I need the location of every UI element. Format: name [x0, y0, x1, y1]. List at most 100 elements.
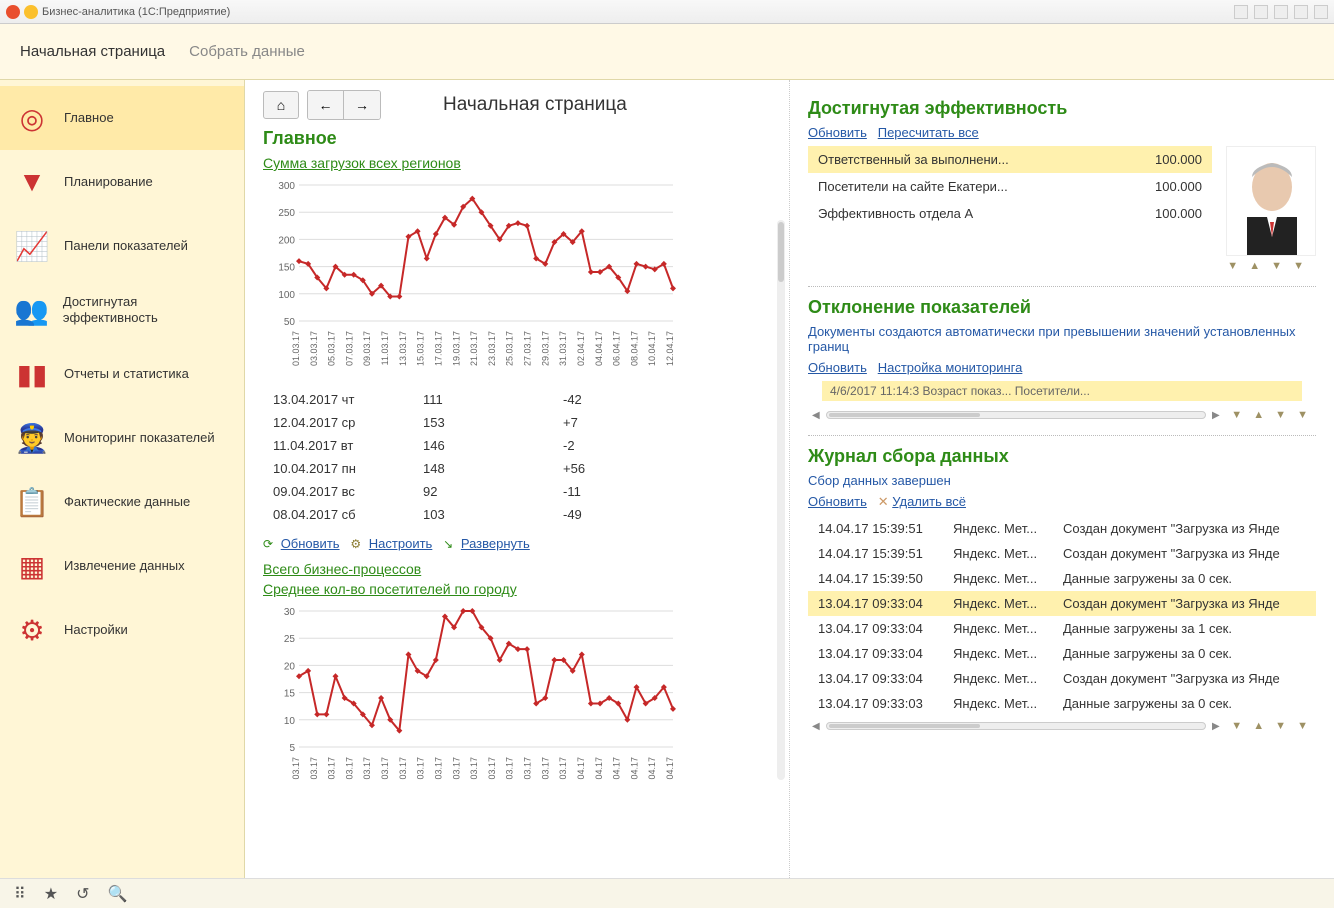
tools-icon[interactable] — [1314, 5, 1328, 19]
chart-visitors: 5101520253003.1703.1703.1703.1703.1703.1… — [263, 601, 683, 801]
svg-text:04.17: 04.17 — [576, 757, 586, 780]
svg-text:04.17: 04.17 — [647, 757, 657, 780]
svg-text:05.03.17: 05.03.17 — [327, 331, 337, 366]
sidebar-item-main[interactable]: ◎ Главное — [0, 86, 244, 150]
breadcrumb-main[interactable]: Начальная страница — [20, 43, 165, 60]
main-column: ⌂ ← → Начальная страница Главное Сумма з… — [245, 80, 790, 878]
svg-text:03.03.17: 03.03.17 — [309, 331, 319, 366]
nav-arrows[interactable]: ▼ ▲ ▼ ▼ — [808, 256, 1316, 276]
sidebar-item-actual-data[interactable]: 📋 Фактические данные — [0, 470, 244, 534]
chart2-title-link[interactable]: Среднее кол-во посетителей по городу — [263, 581, 517, 597]
doc-icon[interactable] — [1274, 5, 1288, 19]
expand-icon: ↘ — [443, 537, 453, 551]
table-row[interactable]: 12.04.2017 ср153+7 — [263, 411, 771, 434]
sidebar-item-planning[interactable]: ▼ Планирование — [0, 150, 244, 214]
dev-setup-link[interactable]: Настройка мониторинга — [878, 360, 1023, 375]
apps-icon[interactable]: ⠿ — [14, 884, 26, 904]
eff-list: Ответственный за выполнени...100.000Посе… — [808, 146, 1212, 227]
sidebar-item-efficiency[interactable]: 👥 Достигнутая эффективность — [0, 278, 244, 342]
svg-text:11.03.17: 11.03.17 — [380, 331, 390, 365]
eff-row[interactable]: Ответственный за выполнени...100.000 — [808, 146, 1212, 173]
svg-text:07.03.17: 07.03.17 — [344, 331, 354, 366]
sidebar-item-dashboards[interactable]: 📈 Панели показателей — [0, 214, 244, 278]
sidebar-item-label: Главное — [64, 110, 114, 126]
save-icon[interactable] — [1234, 5, 1248, 19]
table-row[interactable]: 09.04.2017 вс92-11 — [263, 480, 771, 503]
extract-icon: ▦ — [14, 548, 50, 584]
configure-link[interactable]: Настроить — [369, 536, 433, 551]
sidebar-item-monitoring[interactable]: 👮 Мониторинг показателей — [0, 406, 244, 470]
eff-row[interactable]: Посетители на сайте Екатери...100.000 — [808, 173, 1212, 200]
sidebar-item-label: Фактические данные — [64, 494, 190, 510]
eff-recalc-link[interactable]: Пересчитать все — [878, 125, 979, 140]
dev-hscroll[interactable]: ◀▶ ▼ ▲ ▼ ▼ — [808, 405, 1316, 425]
table-row[interactable]: 08.04.2017 сб103-49 — [263, 503, 771, 526]
history-icon[interactable]: ↺ — [76, 884, 89, 904]
dev-partial-row[interactable]: 4/6/2017 11:14:3 Возраст показ... Посети… — [822, 381, 1302, 401]
sidebar-item-label: Планирование — [64, 174, 153, 190]
log-row[interactable]: 13.04.17 09:33:04Яндекс. Мет...Данные за… — [808, 641, 1316, 666]
svg-text:29.03.17: 29.03.17 — [540, 331, 550, 366]
breadcrumb-sub[interactable]: Собрать данные — [189, 43, 305, 60]
svg-text:27.03.17: 27.03.17 — [523, 331, 533, 366]
log-row[interactable]: 13.04.17 09:33:04Яндекс. Мет...Создан до… — [808, 666, 1316, 691]
chart1-title-link[interactable]: Сумма загрузок всех регионов — [263, 155, 461, 171]
log-row[interactable]: 13.04.17 09:33:04Яндекс. Мет...Данные за… — [808, 616, 1316, 641]
svg-text:04.17: 04.17 — [594, 757, 604, 780]
svg-text:5: 5 — [289, 743, 295, 754]
log-row[interactable]: 13.04.17 09:33:04Яндекс. Мет...Создан до… — [808, 591, 1316, 616]
sidebar-item-extract[interactable]: ▦ Извлечение данных — [0, 534, 244, 598]
svg-text:03.17: 03.17 — [451, 757, 461, 780]
svg-text:03.17: 03.17 — [309, 757, 319, 780]
app-icon-2 — [24, 5, 38, 19]
sidebar-item-label: Извлечение данных — [64, 558, 185, 574]
svg-text:03.17: 03.17 — [362, 757, 372, 780]
table-row[interactable]: 11.04.2017 вт146-2 — [263, 434, 771, 457]
svg-text:03.17: 03.17 — [380, 757, 390, 780]
expand-link[interactable]: Развернуть — [461, 536, 530, 551]
log-deleteall-link[interactable]: Удалить всё — [892, 494, 966, 509]
refresh-link[interactable]: Обновить — [281, 536, 340, 551]
back-button[interactable]: ← — [308, 91, 344, 119]
scrollbar[interactable] — [777, 220, 785, 780]
table-row[interactable]: 10.04.2017 пн148+56 — [263, 457, 771, 480]
svg-text:03.17: 03.17 — [344, 757, 354, 780]
business-processes-link[interactable]: Всего бизнес-процессов — [263, 561, 421, 577]
sidebar-item-reports[interactable]: ▮▮ Отчеты и статистика — [0, 342, 244, 406]
svg-text:03.17: 03.17 — [433, 757, 443, 780]
svg-text:15: 15 — [284, 689, 296, 700]
search-icon[interactable]: 🔍 — [107, 884, 127, 904]
svg-text:10: 10 — [284, 716, 296, 727]
svg-text:25: 25 — [284, 634, 296, 645]
svg-text:23.03.17: 23.03.17 — [487, 331, 497, 366]
log-hscroll[interactable]: ◀▶ ▼ ▲ ▼ ▼ — [808, 716, 1316, 736]
forward-button[interactable]: → — [344, 91, 380, 119]
log-row[interactable]: 14.04.17 15:39:51Яндекс. Мет...Создан до… — [808, 516, 1316, 541]
eff-refresh-link[interactable]: Обновить — [808, 125, 867, 140]
svg-text:50: 50 — [284, 317, 296, 328]
svg-text:04.17: 04.17 — [612, 757, 622, 780]
star-icon[interactable] — [1294, 5, 1308, 19]
svg-text:06.04.17: 06.04.17 — [612, 331, 622, 366]
sidebar-item-settings[interactable]: ⚙ Настройки — [0, 598, 244, 662]
dev-refresh-link[interactable]: Обновить — [808, 360, 867, 375]
svg-text:03.17: 03.17 — [523, 757, 533, 780]
svg-text:30: 30 — [284, 607, 296, 618]
clipboard-icon: 📋 — [14, 484, 50, 520]
svg-text:25.03.17: 25.03.17 — [505, 331, 515, 366]
table-row[interactable]: 13.04.2017 чт111-42 — [263, 388, 771, 411]
print-icon[interactable] — [1254, 5, 1268, 19]
svg-text:12.04.17: 12.04.17 — [665, 331, 675, 366]
svg-text:03.17: 03.17 — [540, 757, 550, 780]
home-button[interactable]: ⌂ — [263, 91, 299, 119]
svg-text:04.17: 04.17 — [665, 757, 675, 780]
log-row[interactable]: 14.04.17 15:39:51Яндекс. Мет...Создан до… — [808, 541, 1316, 566]
svg-text:17.03.17: 17.03.17 — [433, 331, 443, 366]
eff-row[interactable]: Эффективность отдела А100.000 — [808, 200, 1212, 227]
log-row[interactable]: 14.04.17 15:39:50Яндекс. Мет...Данные за… — [808, 566, 1316, 591]
svg-text:03.17: 03.17 — [398, 757, 408, 780]
log-row[interactable]: 13.04.17 09:33:03Яндекс. Мет...Данные за… — [808, 691, 1316, 716]
log-refresh-link[interactable]: Обновить — [808, 494, 867, 509]
svg-text:15.03.17: 15.03.17 — [416, 331, 426, 366]
star-icon[interactable]: ★ — [44, 884, 58, 904]
